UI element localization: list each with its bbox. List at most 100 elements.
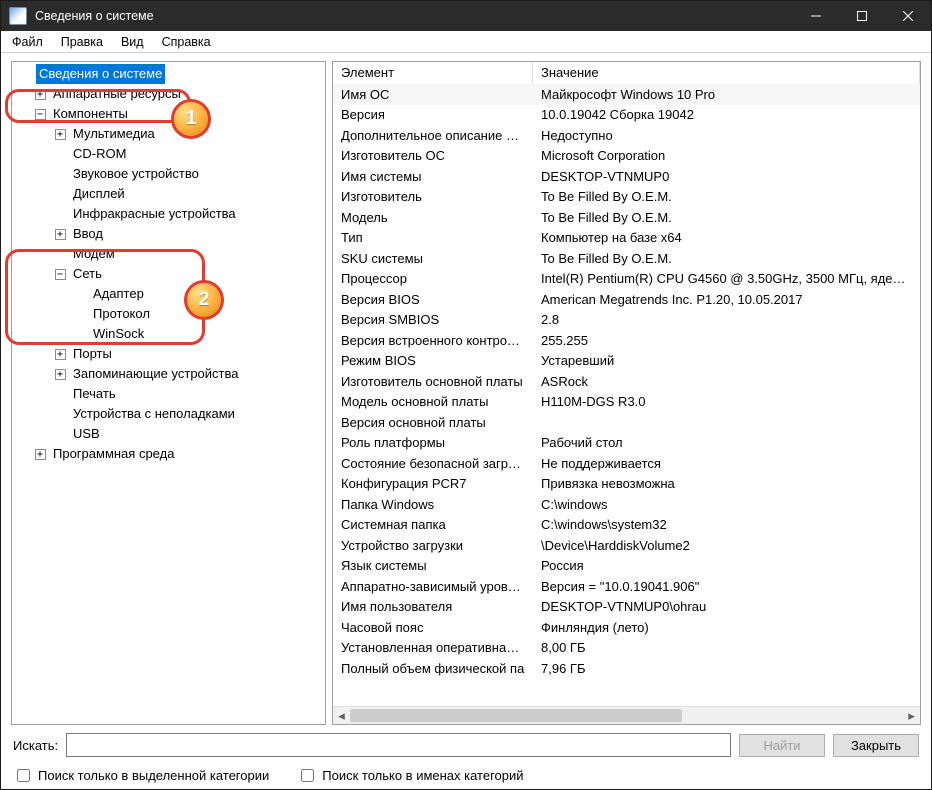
tree-hardware[interactable]: +Аппаратные ресурсы [16,84,325,104]
details-row[interactable]: Версия10.0.19042 Сборка 19042 [333,105,920,126]
details-row[interactable]: Версия встроенного контролл...255.255 [333,330,920,351]
category-tree[interactable]: Сведения о системе +Аппаратные ресурсы −… [12,62,325,724]
cell-element: Устройство загрузки [333,538,533,553]
cell-value: Недоступно [533,128,920,143]
details-row[interactable]: SKU системыTo Be Filled By O.E.M. [333,248,920,269]
details-row[interactable]: Версия основной платы [333,412,920,433]
titlebar[interactable]: Сведения о системе [1,1,931,31]
tree-protocol[interactable]: Протокол [16,304,325,324]
expander-plus-icon[interactable]: + [30,84,50,104]
cb-selected-category-input[interactable] [17,769,30,782]
cell-value: ASRock [533,374,920,389]
cell-element: Версия SMBIOS [333,312,533,327]
details-row[interactable]: Устройство загрузки\Device\HarddiskVolum… [333,535,920,556]
details-body[interactable]: Имя ОСМайкрософт Windows 10 ProВерсия10.… [333,84,920,707]
scroll-right-icon[interactable]: ▸ [903,707,920,724]
details-row[interactable]: Конфигурация PCR7Привязка невозможна [333,474,920,495]
menu-help[interactable]: Справка [153,33,220,51]
maximize-button[interactable] [839,1,885,31]
details-row[interactable]: Имя ОСМайкрософт Windows 10 Pro [333,84,920,105]
tree-infrared[interactable]: Инфракрасные устройства [16,204,325,224]
details-row[interactable]: Версия BIOSAmerican Megatrends Inc. P1.2… [333,289,920,310]
cell-element: Состояние безопасной загруз... [333,456,533,471]
details-row[interactable]: Имя пользователяDESKTOP-VTNMUP0\ohrau [333,597,920,618]
details-row[interactable]: Режим BIOSУстаревший [333,351,920,372]
details-row[interactable]: Модель основной платыH110M-DGS R3.0 [333,392,920,413]
horizontal-scrollbar[interactable]: ◂ ▸ [333,706,920,724]
tree-input[interactable]: +Ввод [16,224,325,244]
cell-value: Устаревший [533,353,920,368]
cell-value: DESKTOP-VTNMUP0 [533,169,920,184]
col-element[interactable]: Элемент [333,62,533,84]
menu-view[interactable]: Вид [112,33,153,51]
cell-element: Тип [333,230,533,245]
menu-edit[interactable]: Правка [52,33,112,51]
expander-plus-icon[interactable]: + [50,344,70,364]
menu-file[interactable]: Файл [3,33,52,51]
search-input[interactable] [66,733,731,757]
tree-print[interactable]: Печать [16,384,325,404]
details-row[interactable]: Установленная оперативная п...8,00 ГБ [333,638,920,659]
details-row[interactable]: Состояние безопасной загруз...Не поддерж… [333,453,920,474]
tree-display[interactable]: Дисплей [16,184,325,204]
details-row[interactable]: Язык системыРоссия [333,556,920,577]
expander-plus-icon[interactable]: + [30,444,50,464]
find-button[interactable]: Найти [739,734,825,757]
details-row[interactable]: ПроцессорIntel(R) Pentium(R) CPU G4560 @… [333,269,920,290]
tree-winsock[interactable]: WinSock [16,324,325,344]
details-row[interactable]: Изготовитель основной платыASRock [333,371,920,392]
tree-problem[interactable]: Устройства с неполадками [16,404,325,424]
cell-value: \Device\HarddiskVolume2 [533,538,920,553]
details-row[interactable]: Изготовитель ОСMicrosoft Corporation [333,146,920,167]
scroll-left-icon[interactable]: ◂ [333,707,350,724]
cb-selected-category[interactable]: Поиск только в выделенной категории [13,766,269,785]
cell-element: Версия встроенного контролл... [333,333,533,348]
details-row[interactable]: ТипКомпьютер на базе x64 [333,228,920,249]
col-value[interactable]: Значение [533,62,920,84]
cell-value: Россия [533,558,920,573]
tree-adapter[interactable]: Адаптер [16,284,325,304]
expander-minus-icon[interactable]: − [50,264,70,284]
expander-minus-icon[interactable]: − [30,104,50,124]
details-row[interactable]: Папка WindowsC:\windows [333,494,920,515]
details-header[interactable]: Элемент Значение [333,62,920,85]
tree-software[interactable]: +Программная среда [16,444,325,464]
details-row[interactable]: ИзготовительTo Be Filled By O.E.M. [333,187,920,208]
details-row[interactable]: Системная папкаC:\windows\system32 [333,515,920,536]
tree-sound[interactable]: Звуковое устройство [16,164,325,184]
tree-usb[interactable]: USB [16,424,325,444]
scroll-track[interactable] [350,707,903,724]
details-row[interactable]: Имя системыDESKTOP-VTNMUP0 [333,166,920,187]
details-row[interactable]: Роль платформыРабочий стол [333,433,920,454]
scroll-thumb[interactable] [350,709,682,722]
details-row[interactable]: Версия SMBIOS2.8 [333,310,920,331]
cell-value: DESKTOP-VTNMUP0\ohrau [533,599,920,614]
cell-element: Системная папка [333,517,533,532]
cell-value: 10.0.19042 Сборка 19042 [533,107,920,122]
tree-multimedia[interactable]: +Мультимедиа [16,124,325,144]
minimize-button[interactable] [793,1,839,31]
cell-element: Установленная оперативная п... [333,640,533,655]
tree-components[interactable]: −Компоненты [16,104,325,124]
expander-plus-icon[interactable]: + [50,364,70,384]
details-row[interactable]: Дополнительное описание ОСНедоступно [333,125,920,146]
cell-element: Аппаратно-зависимый уровен... [333,579,533,594]
tree-cdrom[interactable]: CD-ROM [16,144,325,164]
menubar: Файл Правка Вид Справка [1,31,931,53]
close-search-button[interactable]: Закрыть [833,734,919,757]
cb-names-only-input[interactable] [301,769,314,782]
tree-ports[interactable]: +Порты [16,344,325,364]
close-button[interactable] [885,1,931,31]
details-row[interactable]: МодельTo Be Filled By O.E.M. [333,207,920,228]
expander-plus-icon[interactable]: + [50,124,70,144]
tree-storage[interactable]: +Запоминающие устройства [16,364,325,384]
expander-plus-icon[interactable]: + [50,224,70,244]
details-row[interactable]: Часовой поясФинляндия (лето) [333,617,920,638]
tree-root[interactable]: Сведения о системе [16,64,325,84]
cell-value: C:\windows\system32 [533,517,920,532]
cb-names-only[interactable]: Поиск только в именах категорий [297,766,523,785]
tree-modem[interactable]: Модем [16,244,325,264]
details-row[interactable]: Полный объем физической па7,96 ГБ [333,658,920,679]
details-row[interactable]: Аппаратно-зависимый уровен...Версия = "1… [333,576,920,597]
tree-network[interactable]: −Сеть [16,264,325,284]
